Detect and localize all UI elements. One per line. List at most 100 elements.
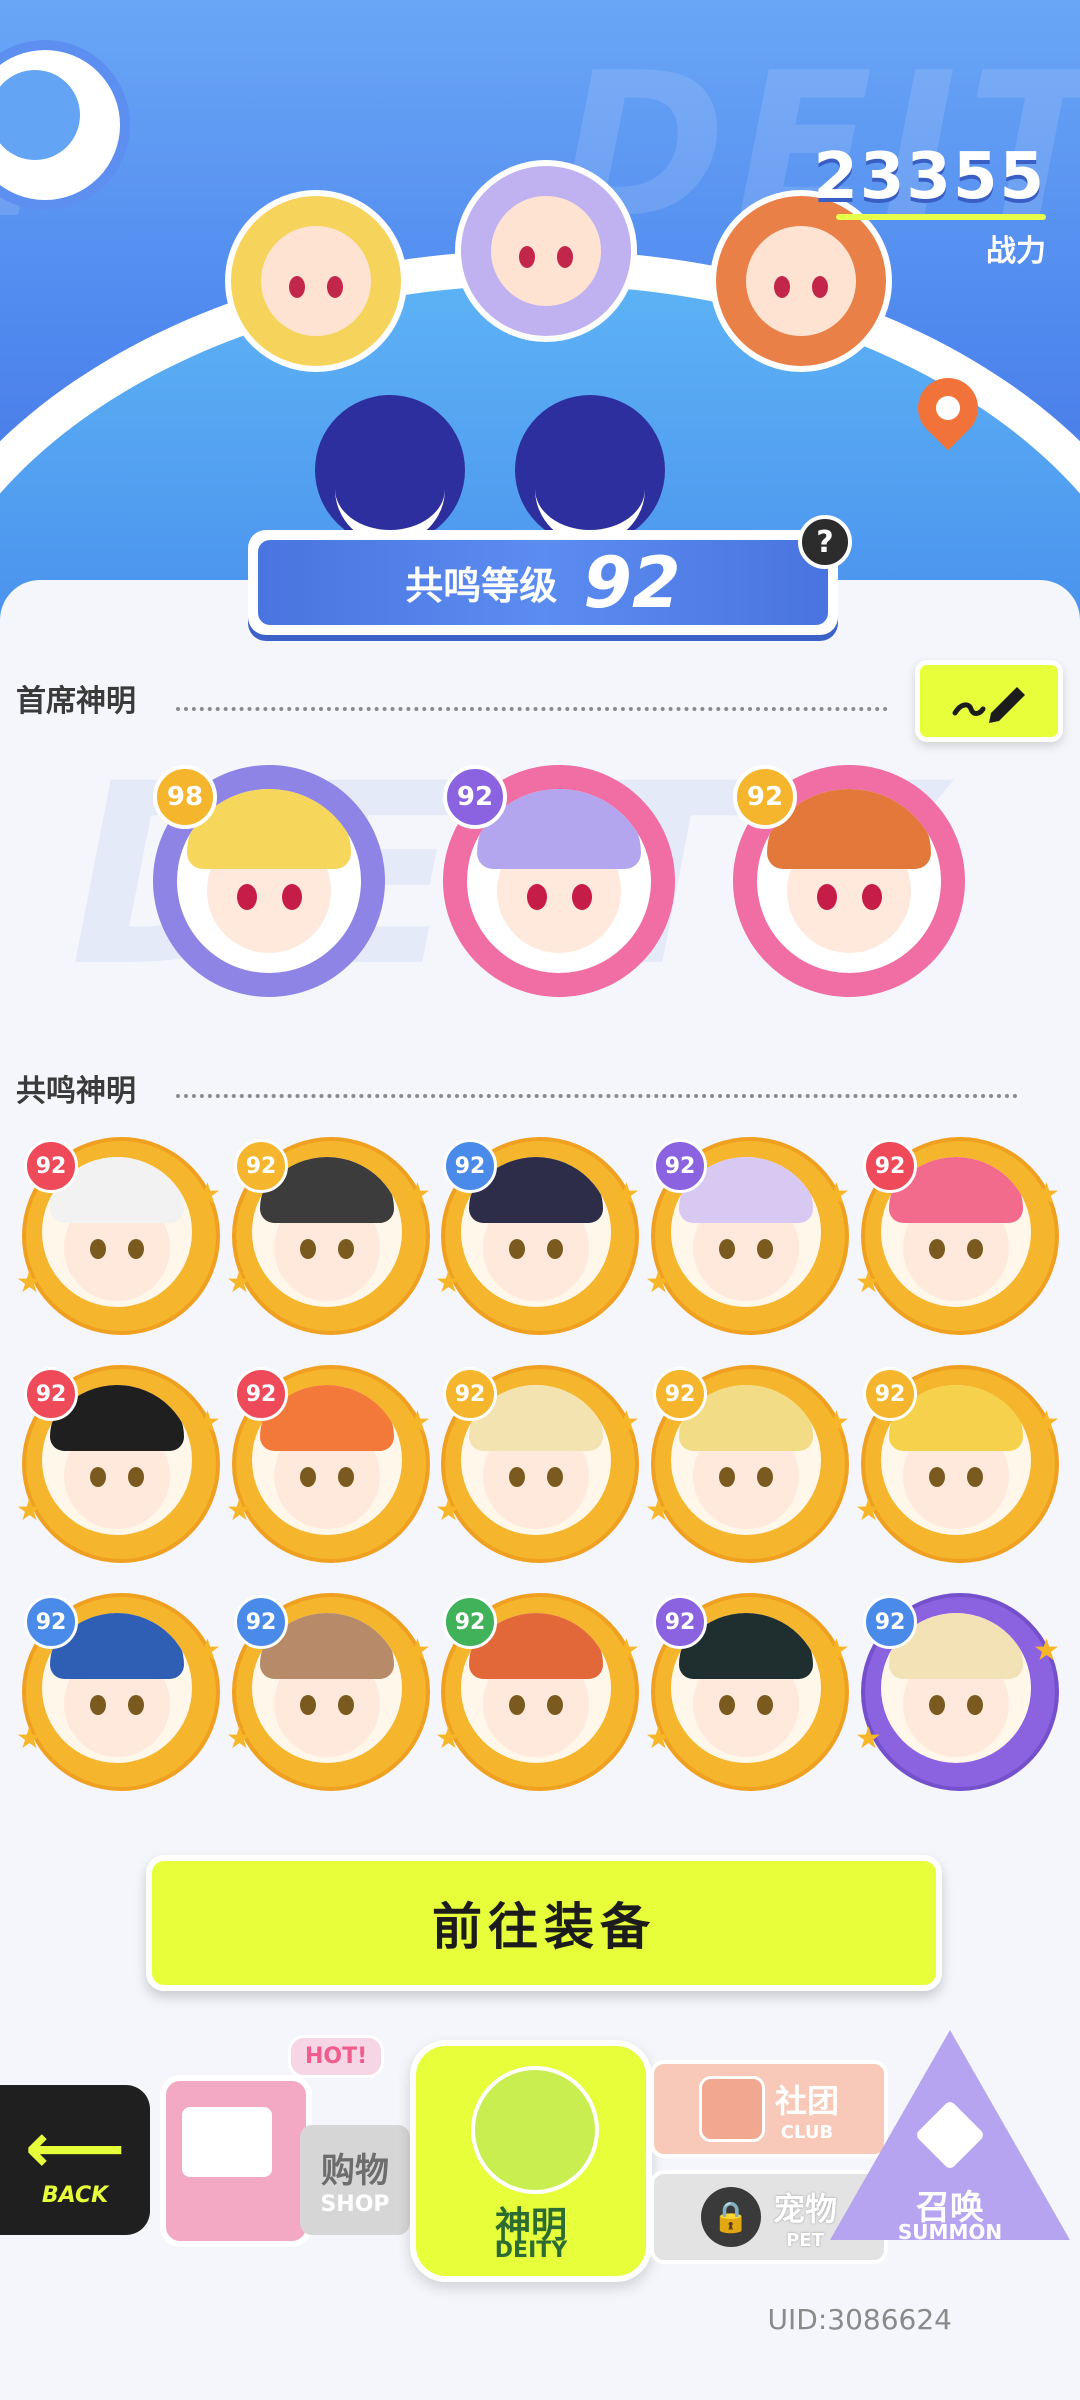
chibi-lead-1[interactable]	[225, 190, 407, 372]
resonance-deity-card[interactable]: 92 ★ ★	[645, 1365, 850, 1563]
star-icon: ★	[1033, 1633, 1060, 1668]
star-icon: ★	[645, 1493, 672, 1528]
edit-pencil-icon	[952, 687, 1025, 723]
deity-mascot-icon	[471, 2066, 599, 2194]
club-bag-icon	[698, 2076, 765, 2142]
level-badge: 92	[653, 1595, 707, 1649]
resonance-deity-card[interactable]: 92 ★ ★	[645, 1137, 850, 1335]
star-icon: ★	[613, 1633, 640, 1668]
level-badge: 92	[234, 1367, 288, 1421]
star-icon: ★	[404, 1405, 431, 1440]
star-icon: ★	[1033, 1177, 1060, 1212]
resonance-deity-card[interactable]: 92 ★ ★	[16, 1593, 221, 1791]
shop-label-en: SHOP	[320, 2192, 390, 2217]
lead-deity-card[interactable]: 98	[153, 765, 385, 997]
resonance-deity-card[interactable]: 92 ★ ★	[435, 1365, 640, 1563]
level-badge: 92	[653, 1139, 707, 1193]
star-icon: ★	[855, 1493, 882, 1528]
resonance-deity-card[interactable]: 92 ★ ★	[226, 1137, 431, 1335]
resonance-deities-title: 共鸣神明	[16, 1074, 136, 1109]
level-badge: 92	[24, 1595, 78, 1649]
level-badge: 92	[234, 1139, 288, 1193]
star-icon: ★	[1033, 1405, 1060, 1440]
star-icon: ★	[613, 1405, 640, 1440]
nav-summon[interactable]: 召唤 SUMMON	[830, 2030, 1070, 2270]
resonance-deity-card[interactable]: 92 ★ ★	[435, 1137, 640, 1335]
mascot-eye-left	[315, 395, 465, 545]
level-badge: 92	[24, 1139, 78, 1193]
level-badge: 92	[863, 1367, 917, 1421]
divider-dots	[176, 707, 888, 711]
level-badge: 92	[443, 1139, 497, 1193]
level-badge: 92	[443, 1595, 497, 1649]
level-badge: 92	[443, 1367, 497, 1421]
level-badge: 98	[153, 765, 217, 829]
resonance-level-value: 92	[583, 541, 681, 624]
lead-deities-title: 首席神明	[16, 684, 136, 719]
shop-label: 购物 SHOP	[300, 2125, 410, 2235]
resonance-level-label: 共鸣等级	[405, 564, 558, 608]
level-badge: 92	[443, 765, 507, 829]
level-badge: 92	[234, 1595, 288, 1649]
resonance-deity-card[interactable]: 92 ★ ★	[855, 1137, 1060, 1335]
star-icon: ★	[435, 1721, 462, 1756]
resonance-deity-card[interactable]: 92 ★ ★	[226, 1365, 431, 1563]
star-icon: ★	[855, 1721, 882, 1756]
vending-machine-icon	[160, 2075, 312, 2247]
power-underline	[836, 214, 1046, 220]
resonance-deity-card[interactable]: 92 ★ ★	[435, 1593, 640, 1791]
star-icon: ★	[613, 1177, 640, 1212]
nav-deity[interactable]: 神明 DEITY	[410, 2040, 652, 2282]
level-badge: 92	[733, 765, 797, 829]
lead-deity-card[interactable]: 92	[443, 765, 675, 997]
star-icon: ★	[645, 1721, 672, 1756]
resonance-deity-card[interactable]: 92 ★ ★	[855, 1593, 1060, 1791]
chibi-lead-2[interactable]	[455, 160, 637, 342]
level-badge: 92	[863, 1139, 917, 1193]
level-badge: 92	[653, 1367, 707, 1421]
pet-label-cn: 宠物	[772, 2189, 837, 2228]
level-badge: 92	[24, 1367, 78, 1421]
help-icon[interactable]: ?	[798, 515, 852, 569]
uid-text: UID:3086624	[767, 2303, 952, 2336]
resonance-deity-card[interactable]: 92 ★ ★	[645, 1593, 850, 1791]
star-icon: ★	[823, 1177, 850, 1212]
nav-shop[interactable]: HOT! 购物 SHOP	[160, 2035, 410, 2247]
star-icon: ★	[194, 1405, 221, 1440]
club-label-en: CLUB	[780, 2121, 834, 2143]
resonance-deity-card[interactable]: 92 ★ ★	[16, 1137, 221, 1335]
star-icon: ★	[16, 1721, 43, 1756]
resonance-deity-card[interactable]: 92 ★ ★	[16, 1365, 221, 1563]
mascot-eye-right	[515, 395, 665, 545]
star-icon: ★	[16, 1493, 43, 1528]
star-icon: ★	[194, 1633, 221, 1668]
star-icon: ★	[645, 1265, 672, 1300]
star-icon: ★	[404, 1633, 431, 1668]
star-icon: ★	[435, 1493, 462, 1528]
pet-label-en: PET	[786, 2229, 824, 2251]
back-label: BACK	[41, 2182, 109, 2208]
star-icon: ★	[16, 1265, 43, 1300]
resonance-deity-card[interactable]: 92 ★ ★	[226, 1593, 431, 1791]
resonance-deity-card[interactable]: 92 ★ ★	[855, 1365, 1060, 1563]
lead-deity-card[interactable]: 92	[733, 765, 965, 997]
back-button[interactable]: ⟵ BACK	[0, 2085, 150, 2235]
summon-label-en: SUMMON	[897, 2220, 1003, 2244]
star-icon: ★	[855, 1265, 882, 1300]
hot-badge: HOT!	[288, 2035, 385, 2078]
star-icon: ★	[226, 1721, 253, 1756]
power-label: 战力	[986, 234, 1046, 269]
power-value: 23355	[813, 140, 1046, 214]
deity-label-en: DEITY	[494, 2238, 568, 2263]
star-icon: ★	[823, 1633, 850, 1668]
star-icon: ★	[226, 1493, 253, 1528]
divider-dots	[176, 1094, 1018, 1098]
shop-label-cn: 购物	[321, 2151, 389, 2191]
star-icon: ★	[823, 1405, 850, 1440]
back-arrow-icon: ⟵	[24, 2106, 126, 2189]
go-equip-button[interactable]: 前往装备	[146, 1855, 942, 1991]
star-icon: ★	[194, 1177, 221, 1212]
star-icon: ★	[404, 1177, 431, 1212]
star-icon: ★	[435, 1265, 462, 1300]
resonance-level-banner: 共鸣等级 92	[248, 530, 838, 635]
